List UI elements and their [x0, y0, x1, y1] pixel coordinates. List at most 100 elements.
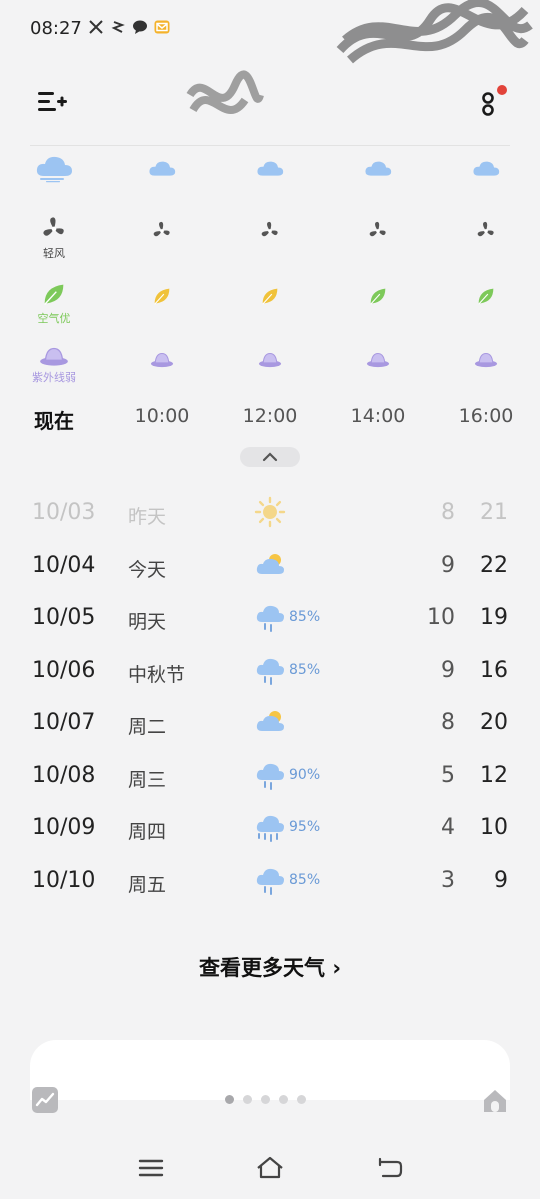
next-card[interactable] — [30, 1040, 510, 1100]
trend-chart-button[interactable] — [32, 1087, 58, 1113]
uv-label: 紫外线弱 — [32, 371, 76, 384]
page-indicator[interactable] — [225, 1095, 306, 1104]
notification-dot — [497, 85, 507, 95]
daily-low-temp: 9 — [441, 552, 455, 578]
scribble-redaction — [336, 0, 533, 64]
home-icon — [484, 1090, 506, 1112]
rain-icon — [254, 759, 286, 791]
daily-row[interactable]: 10/06 中秋节 85% 9 16 — [0, 646, 540, 698]
daily-date: 10/07 — [32, 710, 96, 735]
hourly-time-label: 现在 — [34, 409, 74, 433]
daily-high-temp: 12 — [480, 762, 508, 788]
daily-day: 中秋节 — [128, 663, 186, 686]
scribble-redaction — [186, 70, 264, 114]
daily-row[interactable]: 10/08 周三 90% 5 12 — [0, 751, 540, 803]
status-icons — [88, 19, 170, 35]
partly-cloudy-icon — [254, 549, 286, 581]
page-dot[interactable] — [297, 1095, 306, 1104]
daily-precip-prob: 90% — [289, 766, 321, 783]
hourly-time-label: 12:00 — [242, 405, 298, 427]
hourly-uv-row: 紫外线弱 — [0, 345, 540, 405]
collapse-handle[interactable] — [240, 447, 300, 467]
recent-apps-icon[interactable] — [136, 1153, 166, 1183]
status-time: 08:27 — [30, 18, 82, 39]
air-quality-label: 空气优 — [37, 312, 71, 325]
hourly-time-label: 10:00 — [134, 405, 190, 427]
daily-row[interactable]: 10/05 明天 85% 10 19 — [0, 593, 540, 645]
daily-row[interactable]: 10/04 今天 9 22 — [0, 541, 540, 593]
daily-row[interactable]: 10/10 周五 85% 3 9 — [0, 856, 540, 908]
trend-chart-icon — [35, 1092, 55, 1107]
nav-home-icon[interactable] — [255, 1153, 285, 1183]
daily-day: 今天 — [128, 558, 167, 581]
air-quality-leaf-icon — [324, 280, 432, 307]
heavy-rain-icon — [254, 811, 286, 843]
daily-date: 10/04 — [32, 552, 96, 578]
page-dot[interactable] — [261, 1095, 270, 1104]
uv-hat-icon — [108, 345, 216, 368]
home-location-button[interactable] — [481, 1087, 509, 1115]
uv-hat-icon: 紫外线弱 — [0, 345, 108, 385]
daily-low-temp: 8 — [441, 710, 455, 735]
cloud-icon — [216, 158, 324, 180]
daily-date: 10/09 — [32, 815, 96, 840]
more-weather-link[interactable]: 查看更多天气 › — [0, 952, 540, 982]
daily-day: 周三 — [128, 768, 167, 791]
x-app-icon — [89, 20, 103, 34]
cloud-icon — [432, 158, 540, 180]
daily-low-temp: 4 — [441, 815, 455, 840]
daily-high-temp: 21 — [480, 500, 508, 525]
wind-fan-icon — [432, 215, 540, 242]
hourly-wind-row: 轻风 — [0, 215, 540, 275]
cloud-icon — [108, 158, 216, 180]
daily-precip-prob: 85% — [289, 661, 321, 678]
add-city-menu-icon[interactable] — [36, 88, 68, 116]
uv-hat-icon — [432, 345, 540, 368]
mail-notification-icon — [154, 20, 170, 34]
more-options-icon[interactable] — [478, 84, 508, 120]
page-dot[interactable] — [243, 1095, 252, 1104]
air-quality-leaf-icon — [216, 280, 324, 307]
daily-row[interactable]: 10/07 周二 8 20 — [0, 698, 540, 750]
daily-precip-prob: 95% — [289, 819, 321, 835]
wind-fan-icon — [216, 215, 324, 242]
page-dot[interactable] — [225, 1095, 234, 1104]
daily-high-temp: 19 — [480, 605, 508, 630]
air-quality-leaf-icon — [432, 280, 540, 307]
daily-date: 10/03 — [32, 500, 96, 525]
daily-day: 明天 — [128, 611, 167, 633]
daily-precip-prob: 85% — [289, 871, 321, 888]
daily-date: 10/08 — [32, 762, 96, 788]
daily-low-temp: 8 — [441, 500, 455, 525]
daily-day: 周五 — [128, 873, 167, 896]
daily-precip-prob: 85% — [289, 609, 321, 625]
system-nav-bar — [0, 1140, 540, 1199]
daily-date: 10/05 — [32, 605, 96, 630]
wind-fan-icon — [324, 215, 432, 242]
daily-high-temp: 22 — [480, 552, 508, 578]
hourly-air-row: 空气优 — [0, 280, 540, 340]
signal-app-icon — [111, 21, 125, 33]
hourly-time-label: 14:00 — [350, 405, 406, 427]
uv-hat-icon — [324, 345, 432, 368]
daily-high-temp: 10 — [480, 815, 508, 840]
back-icon[interactable] — [375, 1153, 405, 1183]
fog-cloud-icon — [0, 150, 108, 184]
hourly-weather-row — [0, 150, 540, 210]
rain-icon — [254, 864, 286, 896]
wind-fan-icon: 轻风 — [0, 215, 108, 261]
daily-low-temp: 9 — [441, 657, 455, 683]
daily-high-temp: 16 — [480, 657, 508, 683]
rain-icon — [254, 601, 286, 633]
rain-icon — [254, 654, 286, 686]
daily-row[interactable]: 10/09 周四 95% 4 10 — [0, 803, 540, 855]
daily-low-temp: 3 — [441, 867, 455, 893]
daily-day: 周四 — [128, 821, 167, 843]
cloud-icon — [324, 158, 432, 180]
air-quality-leaf-icon — [108, 280, 216, 307]
daily-row[interactable]: 10/03 昨天 8 21 — [0, 488, 540, 540]
wind-fan-icon — [108, 215, 216, 242]
page-dot[interactable] — [279, 1095, 288, 1104]
uv-hat-icon — [216, 345, 324, 368]
air-quality-leaf-icon: 空气优 — [0, 280, 108, 326]
